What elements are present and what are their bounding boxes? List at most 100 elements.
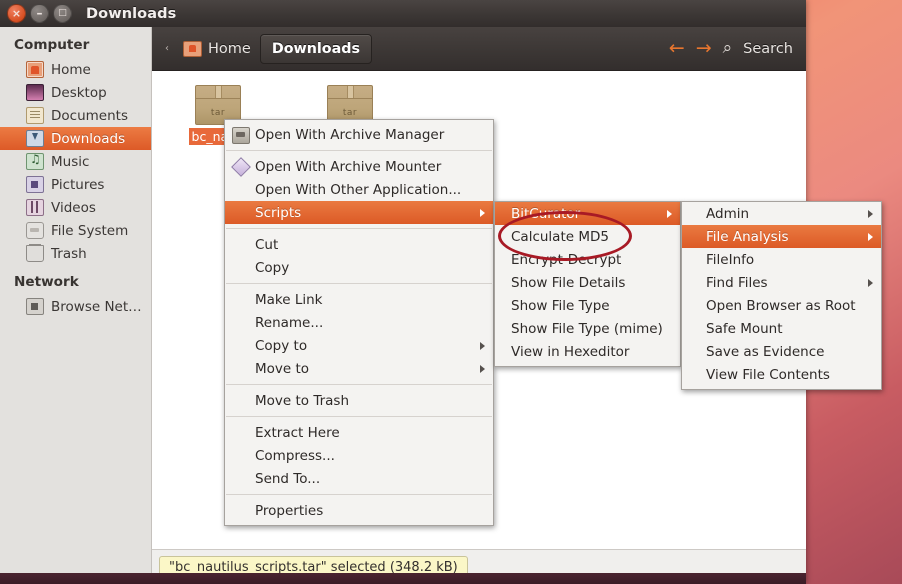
- menu-item-extract-here[interactable]: Extract Here: [225, 421, 493, 444]
- menu-item-copy[interactable]: Copy: [225, 256, 493, 279]
- submenu-item-admin[interactable]: Admin: [682, 202, 881, 225]
- submenu-item-safe-mount[interactable]: Safe Mount: [682, 317, 881, 340]
- menu-item-label: Make Link: [255, 291, 323, 308]
- breadcrumb-home[interactable]: Home: [183, 40, 251, 57]
- sidebar-item-documents[interactable]: Documents: [0, 104, 151, 127]
- submenu-item-show-file-details[interactable]: Show File Details: [495, 271, 680, 294]
- sidebar-item-label: Trash: [51, 245, 87, 262]
- filesystem-icon: [26, 222, 44, 239]
- submenu-item-file-analysis[interactable]: File Analysis: [682, 225, 881, 248]
- menu-item-make-link[interactable]: Make Link: [225, 288, 493, 311]
- submenu-item-label: FileInfo: [706, 251, 755, 268]
- submenu-item-encrypt-decrypt[interactable]: Encrypt-Decrypt: [495, 248, 680, 271]
- chevron-right-icon: [480, 208, 485, 217]
- desktop-icon: [26, 84, 44, 101]
- menu-item-move-to[interactable]: Move to: [225, 357, 493, 380]
- sidebar-item-downloads[interactable]: Downloads: [0, 127, 151, 150]
- menu-item-move-to-trash[interactable]: Move to Trash: [225, 389, 493, 412]
- submenu-item-save-as-evidence[interactable]: Save as Evidence: [682, 340, 881, 363]
- sidebar-item-label: Home: [51, 61, 91, 78]
- sidebar-item-label: Browse Net…: [51, 298, 142, 315]
- submenu-item-label: BitCurator: [511, 205, 581, 222]
- window-bottom-strip: [0, 573, 806, 584]
- submenu-item-label: Show File Type (mime): [511, 320, 663, 337]
- sidebar-heading-computer: Computer: [14, 37, 90, 53]
- sidebar-item-videos[interactable]: Videos: [0, 196, 151, 219]
- menu-separator: [226, 416, 492, 417]
- menu-item-properties[interactable]: Properties: [225, 499, 493, 522]
- submenu-item-label: Admin: [706, 205, 750, 222]
- documents-icon: [26, 107, 44, 124]
- menu-item-open-with-archive-mounter[interactable]: Open With Archive Mounter: [225, 155, 493, 178]
- menu-item-label: Move to Trash: [255, 392, 350, 409]
- submenu-item-label: Calculate MD5: [511, 228, 609, 245]
- scripts-submenu: BitCurator Calculate MD5 Encrypt-Decrypt…: [494, 201, 681, 367]
- sidebar-item-label: Documents: [51, 107, 128, 124]
- toolbar: ‹ Home Downloads ← → ⌕ Search: [152, 27, 806, 71]
- submenu-item-label: File Analysis: [706, 228, 789, 245]
- sidebar-item-label: Music: [51, 153, 90, 170]
- menu-item-open-with-archive-manager[interactable]: Open With Archive Manager: [225, 123, 493, 146]
- menu-item-copy-to[interactable]: Copy to: [225, 334, 493, 357]
- submenu-item-find-files[interactable]: Find Files: [682, 271, 881, 294]
- menu-item-label: Open With Other Application...: [255, 181, 462, 198]
- sidebar-item-trash[interactable]: Trash: [0, 242, 151, 265]
- maximize-button[interactable]: □: [53, 4, 72, 23]
- sidebar: Computer Home Desktop Documents Download…: [0, 27, 152, 584]
- submenu-item-label: Show File Details: [511, 274, 626, 291]
- toolbar-right-group: ← → ⌕ Search: [669, 39, 806, 58]
- submenu-item-label: Encrypt-Decrypt: [511, 251, 622, 268]
- menu-item-label: Compress...: [255, 447, 335, 464]
- sidebar-item-label: Videos: [51, 199, 96, 216]
- submenu-item-label: Open Browser as Root: [706, 297, 856, 314]
- submenu-item-bitcurator[interactable]: BitCurator: [495, 202, 680, 225]
- sidebar-item-label: Desktop: [51, 84, 107, 101]
- sidebar-item-file-system[interactable]: File System: [0, 219, 151, 242]
- search-label[interactable]: Search: [743, 41, 793, 57]
- menu-item-open-with-other-application[interactable]: Open With Other Application...: [225, 178, 493, 201]
- close-icon: ×: [11, 7, 22, 20]
- submenu-item-label: View File Contents: [706, 366, 830, 383]
- archive-manager-icon: [232, 127, 250, 144]
- menu-item-scripts[interactable]: Scripts: [225, 201, 493, 224]
- back-icon[interactable]: ←: [669, 39, 685, 58]
- network-icon: [26, 298, 44, 315]
- menu-item-label: Properties: [255, 502, 324, 519]
- submenu-item-label: Show File Type: [511, 297, 610, 314]
- menu-item-label: Scripts: [255, 204, 302, 221]
- archive-mounter-icon: [231, 157, 251, 177]
- menu-item-rename[interactable]: Rename...: [225, 311, 493, 334]
- chevron-right-icon: [480, 364, 485, 373]
- close-button[interactable]: ×: [7, 4, 26, 23]
- submenu-item-fileinfo[interactable]: FileInfo: [682, 248, 881, 271]
- submenu-item-show-file-type-mime[interactable]: Show File Type (mime): [495, 317, 680, 340]
- breadcrumb-home-label: Home: [208, 40, 251, 57]
- pictures-icon: [26, 176, 44, 193]
- sidebar-item-label: Downloads: [51, 130, 126, 147]
- submenu-item-label: View in Hexeditor: [511, 343, 630, 360]
- menu-item-compress[interactable]: Compress...: [225, 444, 493, 467]
- submenu-item-label: Save as Evidence: [706, 343, 825, 360]
- search-icon[interactable]: ⌕: [723, 40, 733, 57]
- downloads-icon: [26, 130, 44, 147]
- menu-item-label: Open With Archive Mounter: [255, 158, 442, 175]
- context-menu: Open With Archive Manager Open With Arch…: [224, 119, 494, 526]
- chevron-right-icon: [868, 209, 873, 218]
- sidebar-item-browse-network[interactable]: Browse Net…: [0, 295, 151, 318]
- submenu-item-show-file-type[interactable]: Show File Type: [495, 294, 680, 317]
- menu-item-cut[interactable]: Cut: [225, 233, 493, 256]
- breadcrumb-current[interactable]: Downloads: [259, 33, 373, 64]
- sidebar-item-desktop[interactable]: Desktop: [0, 81, 151, 104]
- forward-icon[interactable]: →: [696, 39, 712, 58]
- sidebar-item-label: Pictures: [51, 176, 105, 193]
- submenu-item-open-browser-as-root[interactable]: Open Browser as Root: [682, 294, 881, 317]
- submenu-item-view-file-contents[interactable]: View File Contents: [682, 363, 881, 386]
- minimize-button[interactable]: –: [30, 4, 49, 23]
- sidebar-item-pictures[interactable]: Pictures: [0, 173, 151, 196]
- menu-item-send-to[interactable]: Send To...: [225, 467, 493, 490]
- submenu-item-view-in-hexeditor[interactable]: View in Hexeditor: [495, 340, 680, 363]
- sidebar-item-music[interactable]: Music: [0, 150, 151, 173]
- submenu-item-calculate-md5[interactable]: Calculate MD5: [495, 225, 680, 248]
- sidebar-item-home[interactable]: Home: [0, 58, 151, 81]
- menu-item-label: Open With Archive Manager: [255, 126, 445, 143]
